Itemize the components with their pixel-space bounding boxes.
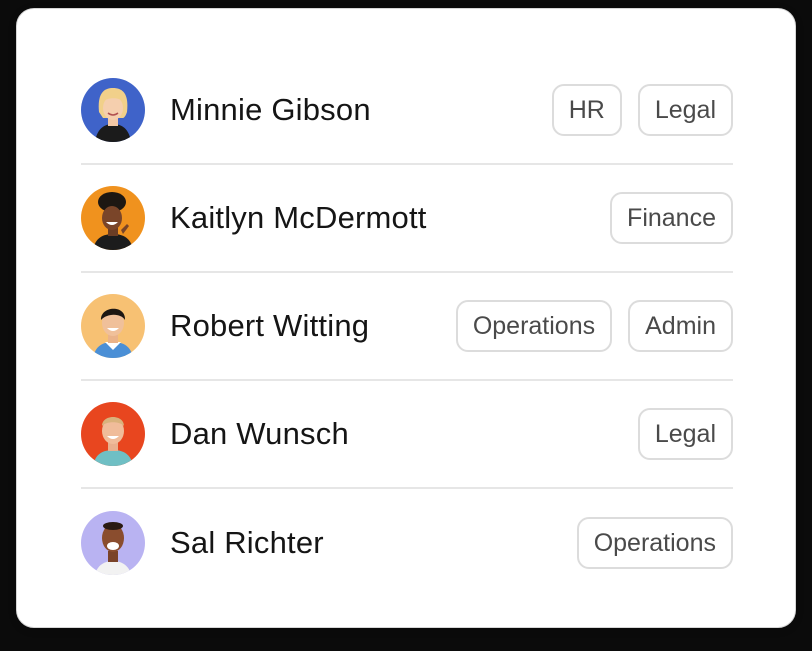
tag-finance[interactable]: Finance (610, 192, 733, 244)
people-card: Minnie Gibson HR Legal Kaitlyn McDermott… (16, 8, 796, 628)
avatar-photo-icon (81, 294, 145, 358)
tag-hr[interactable]: HR (551, 84, 622, 136)
avatar (81, 186, 145, 250)
person-name: Sal Richter (170, 525, 324, 560)
list-item[interactable]: Dan Wunsch Legal (81, 381, 733, 489)
list-item[interactable]: Sal Richter Operations (81, 489, 733, 597)
person-name: Minnie Gibson (170, 92, 371, 127)
avatar-photo-icon (81, 186, 145, 250)
tag-group: Finance (610, 192, 733, 244)
tag-legal[interactable]: Legal (637, 408, 733, 460)
avatar (81, 511, 145, 575)
avatar-photo-icon (81, 402, 145, 466)
avatar (81, 78, 145, 142)
avatar (81, 402, 145, 466)
people-list: Minnie Gibson HR Legal Kaitlyn McDermott… (81, 57, 733, 597)
person-name: Robert Witting (170, 308, 370, 343)
tag-legal[interactable]: Legal (637, 84, 733, 136)
avatar-photo-icon (81, 511, 145, 575)
person-name: Kaitlyn McDermott (170, 200, 427, 235)
avatar-photo-icon (81, 78, 145, 142)
avatar (81, 294, 145, 358)
list-item[interactable]: Kaitlyn McDermott Finance (81, 165, 733, 273)
tag-group: HR Legal (551, 84, 733, 136)
tag-operations[interactable]: Operations (455, 300, 613, 352)
tag-admin[interactable]: Admin (628, 300, 733, 352)
tag-group: Legal (637, 408, 733, 460)
tag-group: Operations (576, 517, 733, 569)
person-name: Dan Wunsch (170, 416, 349, 451)
tag-operations[interactable]: Operations (576, 517, 733, 569)
tag-group: Operations Admin (455, 300, 733, 352)
list-item[interactable]: Robert Witting Operations Admin (81, 273, 733, 381)
list-item[interactable]: Minnie Gibson HR Legal (81, 57, 733, 165)
